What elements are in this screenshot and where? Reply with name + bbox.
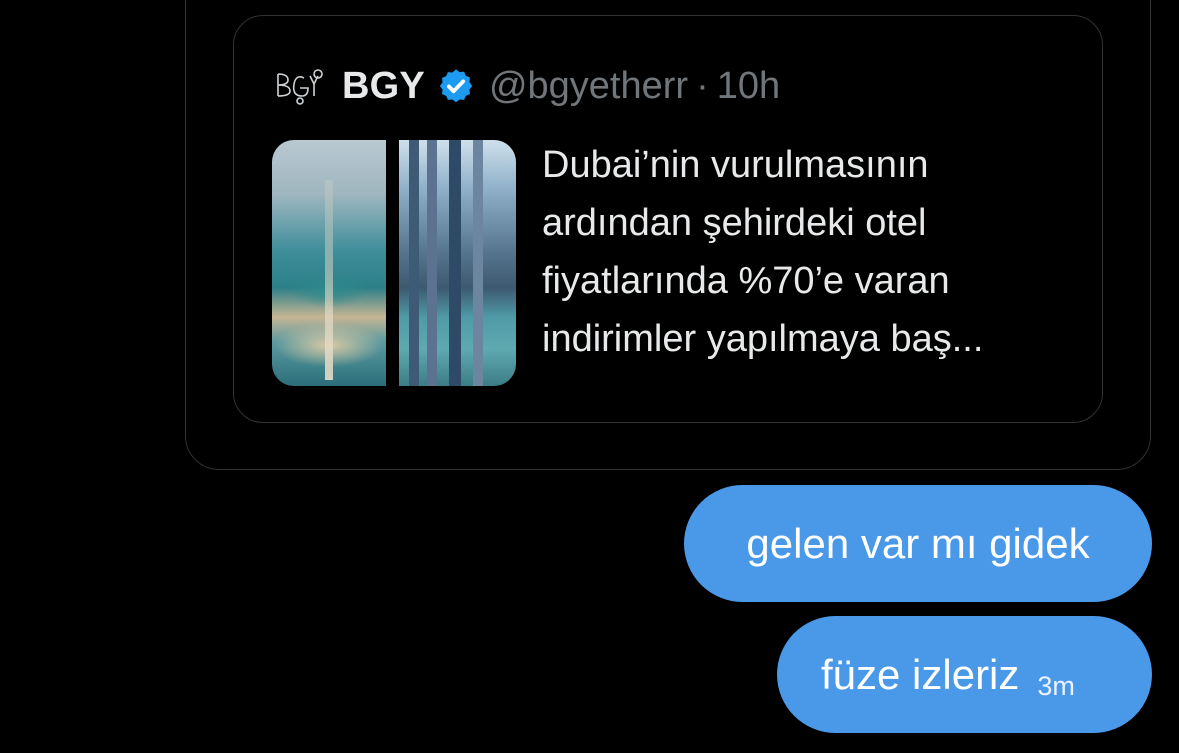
tweet-text-line: indirimler yapılmaya baş... (542, 318, 984, 360)
tweet-media-thumbnail[interactable] (272, 140, 516, 386)
quoted-tweet-card[interactable]: BGY @bgyetherr · 10h Dubai’nin vurulması… (233, 15, 1103, 423)
message-timestamp: 3m (1037, 671, 1075, 701)
message-text: füze izleriz (821, 650, 1020, 698)
dm-conversation: BGY @bgyetherr · 10h Dubai’nin vurulması… (0, 0, 1179, 753)
media-divider (386, 140, 399, 386)
tweet-text-line: fiyatlarında %70’e varan (542, 260, 950, 302)
separator-dot: · (696, 64, 709, 107)
author-display-name[interactable]: BGY (342, 65, 425, 108)
message-text: gelen var mı gidek (746, 519, 1090, 567)
tweet-text-line: Dubai’nin vurulmasının (542, 144, 929, 186)
sent-message-bubble[interactable]: füze izleriz 3m (777, 616, 1152, 733)
palm-jumeirah-photo (272, 140, 386, 386)
tweet-text-line: ardından şehirdeki otel (542, 202, 927, 244)
tweet-timestamp[interactable]: 10h (717, 65, 780, 108)
sent-message-bubble[interactable]: gelen var mı gidek (684, 485, 1152, 602)
bgy-logo-avatar[interactable] (274, 66, 326, 106)
quoted-tweet-header: BGY @bgyetherr · 10h (274, 64, 780, 108)
verified-badge-icon (437, 67, 475, 105)
quoted-tweet-text: Dubai’nin vurulmasının ardından şehirdek… (542, 136, 1082, 368)
dubai-marina-photo (399, 140, 516, 386)
author-handle[interactable]: @bgyetherr (489, 65, 688, 108)
